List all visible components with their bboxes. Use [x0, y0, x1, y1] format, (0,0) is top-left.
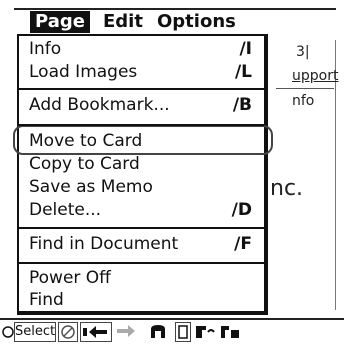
menu-item-find[interactable]: Find: [29, 289, 252, 311]
menu-edit[interactable]: Edit: [98, 11, 148, 33]
forward-arrow-icon[interactable]: [113, 322, 141, 342]
menu-bar: Page Edit Options: [14, 8, 336, 34]
shortcut-delete: ∕D: [231, 200, 252, 220]
background-text: nfo: [292, 93, 315, 109]
background-link[interactable]: upport: [292, 68, 338, 84]
menu-page[interactable]: Page: [30, 11, 90, 33]
menu-separator: [19, 88, 264, 90]
shortcut-info: ∕I: [239, 39, 252, 59]
menu-item-add-bookmark[interactable]: Add Bookmark... ∕B: [29, 94, 252, 116]
menu-item-load-images[interactable]: Load Images ∕L: [29, 61, 252, 83]
bottom-toolbar: Select: [0, 318, 344, 342]
menu-separator: [19, 227, 264, 229]
background-text: 3|: [296, 44, 310, 60]
menu-separator: [19, 262, 264, 264]
menu-item-save-as-memo[interactable]: Save as Memo: [29, 176, 252, 198]
menu-item-move-to-card[interactable]: Move to Card: [29, 130, 252, 152]
back-arrow-icon[interactable]: [80, 322, 112, 342]
page-menu-dropdown: Info ∕I Load Images ∕L Add Bookmark... ∕…: [13, 34, 273, 315]
divider: [276, 88, 334, 89]
page-icon[interactable]: [175, 322, 191, 342]
history-icon[interactable]: [218, 322, 242, 342]
shortcut-load-images: ∕L: [234, 62, 252, 82]
menu-item-find-in-document[interactable]: Find in Document ∕F: [29, 233, 252, 255]
bookmark-icon[interactable]: [193, 322, 217, 342]
shortcut-add-bookmark: ∕B: [232, 95, 252, 115]
home-icon[interactable]: [143, 322, 173, 342]
select-button[interactable]: Select: [14, 322, 56, 342]
menu-item-delete[interactable]: Delete... ∕D: [29, 199, 252, 221]
menu-item-info[interactable]: Info ∕I: [29, 38, 252, 60]
shortcut-find-in-document: ∕F: [234, 234, 252, 254]
no-entry-icon[interactable]: [58, 322, 78, 342]
menu-item-power-off[interactable]: Power Off: [29, 267, 252, 289]
menu-separator: [19, 124, 264, 126]
background-heading: nc.: [270, 176, 304, 201]
menu-item-copy-to-card[interactable]: Copy to Card: [29, 153, 252, 175]
circle-icon[interactable]: [2, 322, 14, 342]
menu-options[interactable]: Options: [152, 11, 241, 33]
